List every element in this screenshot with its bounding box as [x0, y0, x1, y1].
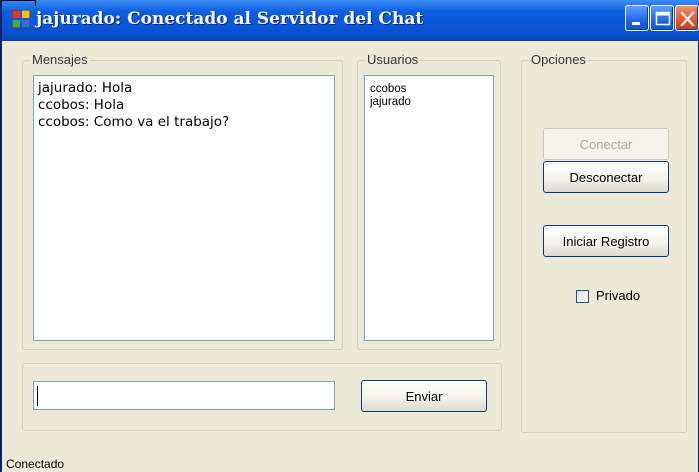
message-item[interactable]: ccobos: Como va el trabajo? — [38, 114, 330, 131]
user-item[interactable]: jajurado — [370, 96, 488, 109]
messages-group-label: Mensajes — [30, 52, 90, 68]
frame-line — [2, 0, 36, 1]
maximize-icon — [655, 11, 671, 26]
user-item[interactable]: ccobos — [370, 83, 488, 96]
maximize-button[interactable] — [650, 5, 674, 31]
options-group-label: Opciones — [529, 52, 588, 68]
title-bar[interactable]: jajurado: Conectado al Servidor del Chat — [2, 0, 699, 41]
frame-line — [35, 0, 36, 6]
text-caret — [37, 386, 38, 406]
disconnect-button[interactable]: Desconectar — [543, 161, 669, 193]
message-item[interactable]: jajurado: Hola — [38, 80, 330, 97]
close-icon — [680, 11, 695, 27]
minimize-icon — [632, 22, 640, 25]
send-button[interactable]: Enviar — [361, 380, 487, 412]
message-item[interactable]: ccobos: Hola — [38, 97, 330, 114]
private-checkbox-label[interactable]: Privado — [596, 288, 640, 303]
chat-window: jajurado: Conectado al Servidor del Chat… — [0, 0, 699, 472]
close-button[interactable] — [675, 5, 699, 31]
status-bar-text: Conectado — [6, 457, 65, 471]
users-group-label: Usuarios — [365, 52, 421, 68]
window-title: jajurado: Conectado al Servidor del Chat — [36, 9, 424, 29]
start-log-button[interactable]: Iniciar Registro — [543, 225, 669, 257]
connect-button[interactable]: Conectar — [543, 128, 669, 160]
message-input[interactable] — [33, 381, 335, 410]
private-checkbox[interactable] — [576, 290, 589, 303]
messages-listbox[interactable]: jajurado: Hola ccobos: Hola ccobos: Como… — [33, 75, 335, 341]
minimize-button[interactable] — [625, 5, 649, 31]
users-listbox[interactable]: ccobos jajurado — [364, 75, 494, 341]
app-icon — [12, 10, 30, 28]
